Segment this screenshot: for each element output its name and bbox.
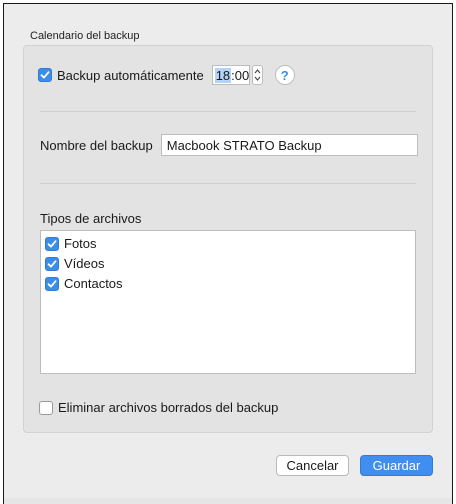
list-item[interactable]: Vídeos bbox=[45, 256, 104, 271]
list-item[interactable]: Contactos bbox=[45, 276, 123, 291]
contactos-checkbox[interactable] bbox=[45, 276, 59, 291]
backup-name-row: Nombre del backup Macbook STRATO Backup bbox=[40, 134, 418, 156]
checkmark-icon bbox=[47, 259, 57, 267]
file-types-label: Tipos de archivos bbox=[40, 211, 142, 226]
auto-backup-row: Backup automáticamente 18 : 00 ? bbox=[38, 65, 295, 85]
fotos-label: Fotos bbox=[64, 236, 97, 251]
checkmark-icon bbox=[47, 239, 57, 247]
checkmark-icon bbox=[40, 71, 50, 79]
fotos-checkbox[interactable] bbox=[45, 236, 59, 251]
background-window-edge bbox=[3, 498, 453, 504]
time-stepper[interactable] bbox=[251, 65, 263, 85]
file-types-list: Fotos Vídeos Contactos bbox=[40, 230, 416, 374]
help-icon: ? bbox=[280, 67, 289, 83]
divider bbox=[40, 111, 416, 112]
schedule-section-title: Calendario del backup bbox=[30, 30, 140, 42]
backup-name-input[interactable]: Macbook STRATO Backup bbox=[160, 134, 418, 156]
videos-checkbox[interactable] bbox=[45, 256, 59, 271]
stepper-icon bbox=[254, 69, 261, 81]
delete-removed-label: Eliminar archivos borrados del backup bbox=[58, 400, 279, 415]
auto-backup-label: Backup automáticamente bbox=[57, 67, 204, 83]
help-button[interactable]: ? bbox=[274, 65, 295, 85]
checkmark-icon bbox=[47, 279, 57, 287]
contactos-label: Contactos bbox=[64, 276, 123, 291]
backup-name-label: Nombre del backup bbox=[40, 137, 153, 153]
delete-removed-checkbox[interactable] bbox=[39, 400, 53, 415]
auto-backup-checkbox[interactable] bbox=[38, 68, 52, 82]
cancel-button[interactable]: Cancelar bbox=[276, 455, 349, 476]
delete-removed-row: Eliminar archivos borrados del backup bbox=[39, 400, 278, 415]
videos-label: Vídeos bbox=[64, 256, 105, 271]
backup-time-field[interactable]: 18 : 00 bbox=[211, 65, 250, 85]
save-button[interactable]: Guardar bbox=[360, 455, 433, 476]
time-minute[interactable]: 00 bbox=[235, 68, 249, 83]
divider bbox=[40, 183, 416, 184]
list-item[interactable]: Fotos bbox=[45, 236, 97, 251]
time-hour[interactable]: 18 bbox=[214, 67, 232, 83]
